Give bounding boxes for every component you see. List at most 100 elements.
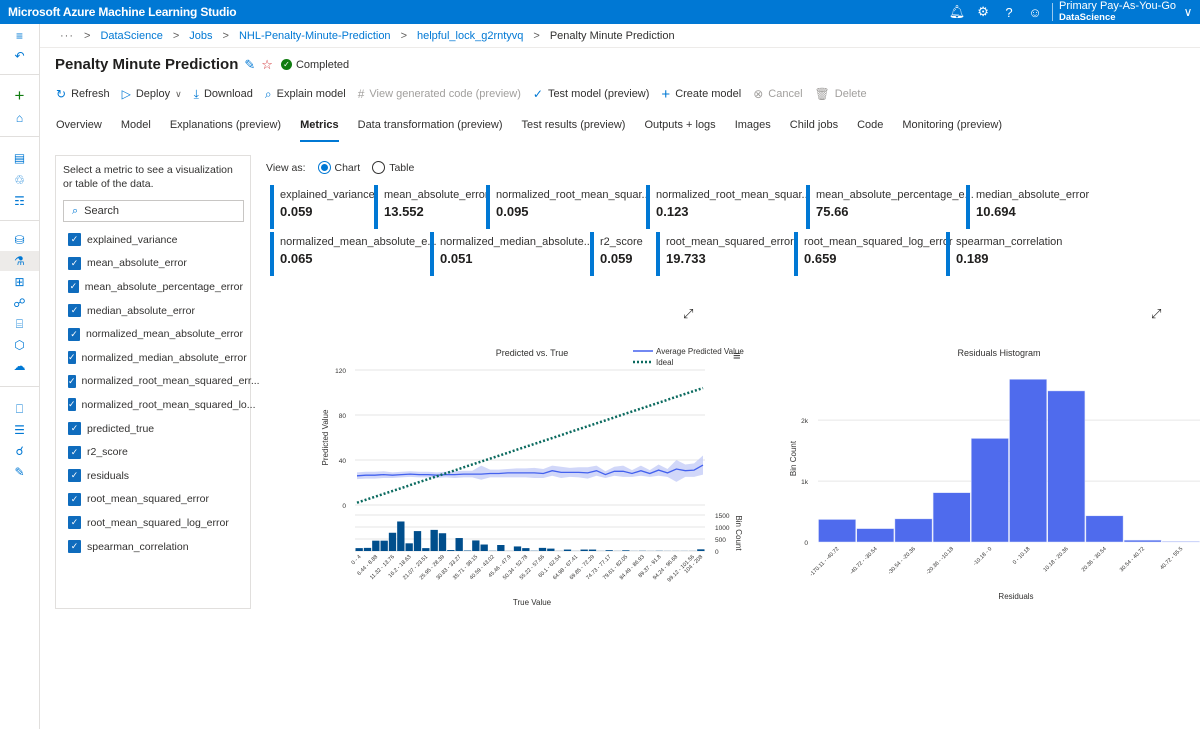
metric-list-item[interactable]: ✓ spearman_correlation <box>63 535 243 559</box>
metric-checkbox[interactable]: ✓ <box>68 516 81 530</box>
metric-card[interactable]: explained_variance 0.059 <box>270 185 375 229</box>
metric-checkbox[interactable]: ✓ <box>68 398 76 412</box>
metric-checkbox[interactable]: ✓ <box>68 445 81 459</box>
feedback-smiley-icon[interactable]: ☺ <box>1022 5 1048 20</box>
automated-ml-icon[interactable]: ♲ <box>0 170 39 190</box>
environments-icon[interactable]: ⌸ <box>0 314 39 334</box>
metric-checkbox[interactable]: ✓ <box>68 304 81 318</box>
endpoints-icon[interactable]: ☁ <box>0 356 39 376</box>
delete-button[interactable]: 🗑︎ Delete <box>815 87 867 101</box>
table-radio-label[interactable]: Table <box>389 162 414 174</box>
data-icon[interactable]: ⛁ <box>0 230 39 250</box>
tab-code[interactable]: Code <box>857 119 883 139</box>
metric-list-item[interactable]: ✓ normalized_root_mean_squared_lo... <box>63 393 256 417</box>
table-radio[interactable] <box>372 161 386 174</box>
chart-radio-label[interactable]: Chart <box>335 162 361 174</box>
tab-data-transformation-preview[interactable]: Data transformation (preview) <box>358 119 503 139</box>
datastores-icon[interactable]: ☰ <box>0 420 39 440</box>
models-icon[interactable]: ⬡ <box>0 335 39 355</box>
pipelines-icon[interactable]: ☍ <box>0 293 39 313</box>
data-labeling-icon[interactable]: ✎ <box>0 462 39 482</box>
notebooks-icon[interactable]: ▤ <box>0 148 39 168</box>
metric-card[interactable]: root_mean_squared_log_error 0.659 <box>794 232 953 276</box>
metric-list-item[interactable]: ✓ root_mean_squared_error <box>63 488 243 512</box>
metric-checkbox[interactable]: ✓ <box>68 280 79 294</box>
metric-list-item[interactable]: ✓ mean_absolute_percentage_error <box>63 275 243 299</box>
new-icon[interactable]: + <box>0 86 39 106</box>
bell-icon[interactable]: 🔔︎ <box>944 4 970 20</box>
breadcrumb-parent-job[interactable]: helpful_lock_g2rntyvq <box>417 30 523 42</box>
tab-metrics[interactable]: Metrics <box>300 119 339 142</box>
breadcrumb-experiment[interactable]: NHL-Penalty-Minute-Prediction <box>239 30 391 42</box>
metric-card[interactable]: normalized_mean_absolute_e... 0.065 <box>270 232 437 276</box>
metric-list-item[interactable]: ✓ predicted_true <box>63 417 243 441</box>
tab-images[interactable]: Images <box>735 119 771 139</box>
metric-card[interactable]: r2_score 0.059 <box>590 232 650 276</box>
breadcrumb-workspace[interactable]: DataScience <box>100 30 162 42</box>
metric-checkbox[interactable]: ✓ <box>68 256 81 270</box>
metric-list-item[interactable]: ✓ explained_variance <box>63 228 243 252</box>
expand-chart-icon[interactable]: ⤢ <box>683 306 693 322</box>
metric-list-item[interactable]: ✓ normalized_root_mean_squared_err... <box>63 370 260 394</box>
home-icon[interactable]: ⌂ <box>0 108 39 128</box>
tab-model[interactable]: Model <box>121 119 151 139</box>
expand-chart-icon[interactable]: ⤢ <box>1151 306 1161 322</box>
tab-explanations-preview[interactable]: Explanations (preview) <box>170 119 281 139</box>
metric-search-input[interactable]: ⌕ Search <box>63 200 244 222</box>
test-model-button[interactable]: ✓ Test model (preview) <box>533 87 650 101</box>
metric-card[interactable]: normalized_root_mean_squar... 0.095 <box>486 185 651 229</box>
edit-pencil-icon[interactable]: ✎ <box>244 57 255 73</box>
metric-checkbox[interactable]: ✓ <box>68 540 81 554</box>
metric-list-item[interactable]: ✓ normalized_mean_absolute_error <box>63 322 243 346</box>
metric-checkbox[interactable]: ✓ <box>68 374 76 388</box>
account-switcher[interactable]: Primary Pay-As-You-Go DataScience <box>1059 1 1176 24</box>
cancel-button[interactable]: ⊗ Cancel <box>753 87 802 101</box>
gear-icon[interactable]: ⚙ <box>970 4 996 20</box>
metric-list-item[interactable]: ✓ median_absolute_error <box>63 299 243 323</box>
app-title[interactable]: Microsoft Azure Machine Learning Studio <box>0 5 237 19</box>
tab-test-results-preview[interactable]: Test results (preview) <box>522 119 626 139</box>
jobs-icon[interactable]: ⚗ <box>0 251 39 271</box>
tab-child-jobs[interactable]: Child jobs <box>790 119 838 139</box>
download-button[interactable]: ⤓ Download <box>194 87 253 102</box>
metric-card[interactable]: normalized_root_mean_squar... 0.123 <box>646 185 811 229</box>
metric-card[interactable]: mean_absolute_percentage_e... 75.66 <box>806 185 974 229</box>
metric-checkbox[interactable]: ✓ <box>68 327 80 341</box>
explain-model-button[interactable]: ⌕ Explain model <box>265 87 346 102</box>
metric-list-item[interactable]: ✓ mean_absolute_error <box>63 252 243 276</box>
create-model-button[interactable]: + Create model <box>661 86 741 103</box>
metric-card[interactable]: spearman_correlation 0.189 <box>946 232 1062 276</box>
chart-radio[interactable] <box>317 161 331 174</box>
linked-services-icon[interactable]: ☌ <box>0 441 39 461</box>
metric-list-item[interactable]: ✓ residuals <box>63 464 243 488</box>
metric-card[interactable]: root_mean_squared_error 19.733 <box>656 232 794 276</box>
tab-outputs-logs[interactable]: Outputs + logs <box>644 119 715 139</box>
chart-menu-icon[interactable]: ≡ <box>733 348 741 363</box>
metric-checkbox[interactable]: ✓ <box>68 351 76 365</box>
metric-checkbox[interactable]: ✓ <box>68 492 81 506</box>
deploy-button[interactable]: ▷ Deploy ∨ <box>122 87 182 101</box>
metric-card[interactable]: normalized_median_absolute... 0.051 <box>430 232 593 276</box>
metric-checkbox[interactable]: ✓ <box>68 233 81 247</box>
metric-list-item[interactable]: ✓ root_mean_squared_log_error <box>63 511 243 535</box>
metric-checkbox[interactable]: ✓ <box>68 469 81 483</box>
metric-list-item[interactable]: ✓ r2_score <box>63 440 243 464</box>
compute-icon[interactable]: ⎕ <box>0 399 39 419</box>
help-icon[interactable]: ? <box>996 5 1022 20</box>
breadcrumb-jobs[interactable]: Jobs <box>189 30 212 42</box>
designer-icon[interactable]: ☶ <box>0 191 39 211</box>
components-icon[interactable]: ⊞ <box>0 272 39 292</box>
menu-icon[interactable]: ≡ <box>0 26 39 46</box>
favorite-star-icon[interactable]: ☆ <box>261 57 273 73</box>
metric-list-item[interactable]: ✓ normalized_median_absolute_error <box>63 346 247 370</box>
metric-card[interactable]: median_absolute_error 10.694 <box>966 185 1089 229</box>
view-generated-code-button[interactable]: # View generated code (preview) <box>358 87 521 101</box>
chevron-down-icon[interactable]: ∨ <box>1176 5 1200 19</box>
metric-checkbox[interactable]: ✓ <box>68 422 81 436</box>
metric-card[interactable]: mean_absolute_error 13.552 <box>374 185 489 229</box>
tab-overview[interactable]: Overview <box>56 119 102 139</box>
breadcrumb-more[interactable]: ··· <box>60 30 74 42</box>
back-icon[interactable]: ↶ <box>0 46 39 66</box>
refresh-button[interactable]: ↻ Refresh <box>56 87 110 101</box>
tab-monitoring-preview[interactable]: Monitoring (preview) <box>902 119 1002 139</box>
